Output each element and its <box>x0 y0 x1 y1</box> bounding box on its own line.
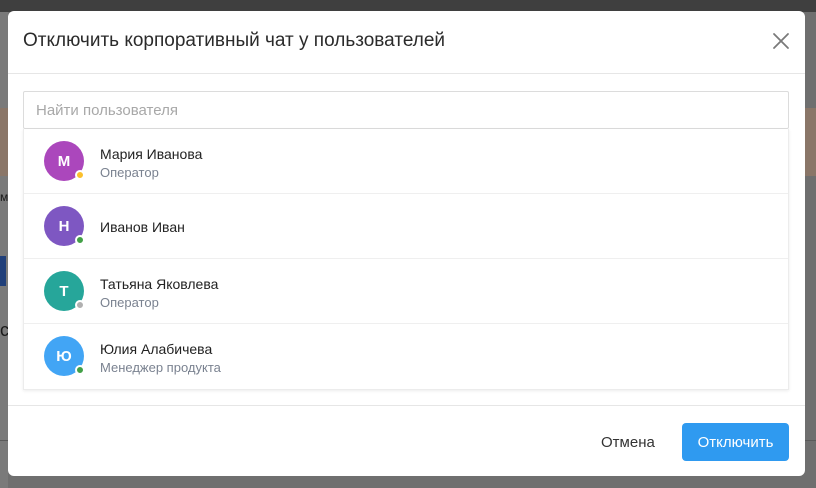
dialog-footer: Отмена Отключить <box>8 405 805 476</box>
disable-button[interactable]: Отключить <box>682 423 789 461</box>
background-banner <box>0 108 8 176</box>
user-name: Татьяна Яковлева <box>100 276 219 292</box>
status-dot <box>75 365 85 375</box>
user-row-2[interactable]: Н Иванов Иван <box>24 194 788 259</box>
background-page <box>0 12 8 488</box>
background-banner-right <box>804 108 816 176</box>
user-role: Оператор <box>100 165 159 180</box>
user-role: Оператор <box>100 295 159 310</box>
avatar: М <box>44 141 85 181</box>
user-name: Мария Иванова <box>100 146 203 162</box>
search-user-input[interactable] <box>23 91 789 129</box>
avatar: Т <box>44 271 85 311</box>
user-list: М Мария Иванова Оператор Н Иванов Иван Т <box>23 129 789 390</box>
status-dot <box>75 235 85 245</box>
user-name: Юлия Алабичева <box>100 341 213 357</box>
user-row-1[interactable]: М Мария Иванова Оператор <box>24 129 788 194</box>
avatar-initial: Т <box>59 282 69 300</box>
avatar: Ю <box>44 336 85 376</box>
avatar-initial: Ю <box>56 347 72 365</box>
dialog-body: М Мария Иванова Оператор Н Иванов Иван Т <box>8 74 805 405</box>
user-role: Менеджер продукта <box>100 360 221 375</box>
user-name: Иванов Иван <box>100 219 185 235</box>
avatar: Н <box>44 206 85 246</box>
status-dot <box>75 300 85 310</box>
avatar-initial: Н <box>58 217 70 235</box>
avatar-initial: М <box>57 152 71 170</box>
user-row-4[interactable]: Ю Юлия Алабичева Менеджер продукта <box>24 324 788 389</box>
user-row-3[interactable]: Т Татьяна Яковлева Оператор <box>24 259 788 324</box>
close-icon[interactable] <box>771 31 791 51</box>
dialog-header: Отключить корпоративный чат у пользовате… <box>8 11 805 74</box>
dialog-title: Отключить корпоративный чат у пользовате… <box>23 30 446 51</box>
disable-chat-dialog: Отключить корпоративный чат у пользовате… <box>8 11 805 476</box>
cancel-button[interactable]: Отмена <box>588 423 668 461</box>
background-button <box>0 256 6 286</box>
status-dot <box>75 170 85 180</box>
background-text: м <box>0 190 9 204</box>
